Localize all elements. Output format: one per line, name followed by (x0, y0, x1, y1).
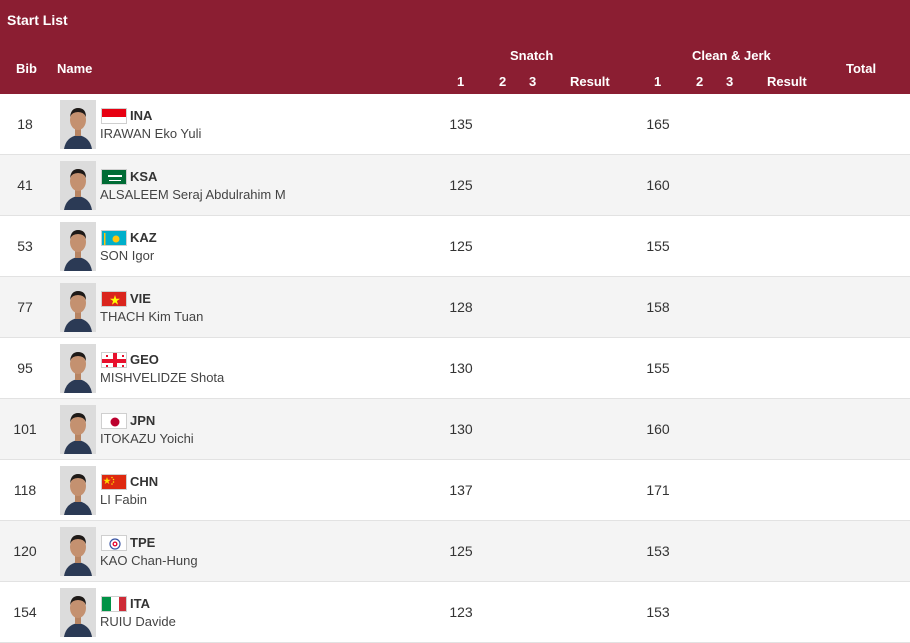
col-name-header: Name (57, 61, 93, 76)
noc-code: GEO (130, 352, 159, 367)
clean-jerk-attempt-1: 153 (646, 543, 670, 559)
athlete-photo (60, 100, 96, 149)
flag-kazakhstan-icon (101, 230, 127, 246)
clean-jerk-attempt-1: 155 (646, 360, 670, 376)
clean-jerk-attempt-1: 165 (646, 116, 670, 132)
col-snatch-2-header: 2 (499, 74, 507, 89)
snatch-attempt-1: 125 (449, 238, 473, 254)
clean-jerk-attempt-1: 153 (646, 604, 670, 620)
snatch-attempt-1: 137 (449, 482, 473, 498)
start-list-table: 18 INA IRAWAN Eko Yuli 135 165 41 KSA AL… (0, 94, 910, 643)
bib-number: 77 (17, 299, 33, 315)
col-cj-result-header: Result (767, 74, 807, 89)
snatch-attempt-1: 130 (449, 421, 473, 437)
clean-jerk-attempt-1: 155 (646, 238, 670, 254)
athlete-name[interactable]: ITOKAZU Yoichi (100, 431, 194, 446)
clean-jerk-attempt-1: 160 (646, 421, 670, 437)
noc-code: CHN (130, 474, 159, 489)
clean-jerk-attempt-1: 171 (646, 482, 670, 498)
athlete-name[interactable]: RUIU Davide (100, 614, 176, 629)
flag-china-icon (101, 474, 127, 490)
flag-vietnam-icon (101, 291, 127, 307)
snatch-attempt-1: 135 (449, 116, 473, 132)
athlete-photo (60, 405, 96, 454)
noc-code: INA (130, 108, 153, 123)
start-list-header: Start List Bib Name Snatch 1 2 3 Result … (0, 0, 910, 94)
athlete-photo (60, 466, 96, 515)
col-snatch-1-header: 1 (457, 74, 465, 89)
bib-number: 41 (17, 177, 33, 193)
snatch-attempt-1: 123 (449, 604, 473, 620)
table-row[interactable]: 53 KAZ SON Igor 125 155 (0, 216, 910, 277)
noc-code: KSA (130, 169, 158, 184)
col-snatch-header: Snatch (510, 48, 554, 63)
col-snatch-3-header: 3 (529, 74, 537, 89)
bib-number: 154 (13, 604, 37, 620)
clean-jerk-attempt-1: 158 (646, 299, 670, 315)
noc-code: JPN (130, 413, 156, 428)
athlete-name[interactable]: SON Igor (100, 248, 154, 263)
col-cj-2-header: 2 (696, 74, 704, 89)
athlete-photo (60, 527, 96, 576)
noc-code: ITA (130, 596, 150, 611)
flag-japan-icon (101, 413, 127, 429)
bib-number: 118 (13, 482, 37, 498)
col-bib-header: Bib (16, 61, 37, 76)
table-row[interactable]: 95 GEO MISHVELIDZE Shota 130 155 (0, 338, 910, 399)
bib-number: 18 (17, 116, 33, 132)
athlete-photo (60, 344, 96, 393)
noc-code: VIE (130, 291, 151, 306)
snatch-attempt-1: 128 (449, 299, 473, 315)
flag-saudi-arabia-icon (101, 169, 127, 185)
flag-indonesia-icon (101, 108, 127, 124)
noc-code: KAZ (130, 230, 157, 245)
col-cj-1-header: 1 (654, 74, 662, 89)
flag-italy-icon (101, 596, 127, 612)
snatch-attempt-1: 130 (449, 360, 473, 376)
table-row[interactable]: 120 TPE KAO Chan-Hung 125 153 (0, 521, 910, 582)
athlete-name[interactable]: IRAWAN Eko Yuli (100, 126, 201, 141)
bib-number: 101 (13, 421, 37, 437)
athlete-photo (60, 588, 96, 637)
snatch-attempt-1: 125 (449, 177, 473, 193)
table-row[interactable]: 118 CHN LI Fabin 137 171 (0, 460, 910, 521)
snatch-attempt-1: 125 (449, 543, 473, 559)
athlete-name[interactable]: THACH Kim Tuan (100, 309, 203, 324)
athlete-photo (60, 161, 96, 210)
bib-number: 120 (13, 543, 37, 559)
page-title: Start List (7, 12, 68, 28)
table-row[interactable]: 77 VIE THACH Kim Tuan 128 158 (0, 277, 910, 338)
col-total-header: Total (846, 61, 877, 76)
table-row[interactable]: 18 INA IRAWAN Eko Yuli 135 165 (0, 94, 910, 155)
table-row[interactable]: 41 KSA ALSALEEM Seraj Abdulrahim M 125 1… (0, 155, 910, 216)
flag-georgia-icon (101, 352, 127, 368)
col-cj-3-header: 3 (726, 74, 734, 89)
col-snatch-result-header: Result (570, 74, 610, 89)
flag-chinese-taipei-icon (101, 535, 127, 551)
athlete-name[interactable]: ALSALEEM Seraj Abdulrahim M (100, 187, 286, 202)
athlete-name[interactable]: LI Fabin (100, 492, 147, 507)
clean-jerk-attempt-1: 160 (646, 177, 670, 193)
athlete-photo (60, 283, 96, 332)
col-clean-jerk-header: Clean & Jerk (692, 48, 771, 63)
athlete-photo (60, 222, 96, 271)
noc-code: TPE (130, 535, 156, 550)
bib-number: 53 (17, 238, 33, 254)
athlete-name[interactable]: KAO Chan-Hung (100, 553, 198, 568)
table-row[interactable]: 101 JPN ITOKAZU Yoichi 130 160 (0, 399, 910, 460)
table-row[interactable]: 154 ITA RUIU Davide 123 153 (0, 582, 910, 643)
bib-number: 95 (17, 360, 33, 376)
athlete-name[interactable]: MISHVELIDZE Shota (100, 370, 224, 385)
